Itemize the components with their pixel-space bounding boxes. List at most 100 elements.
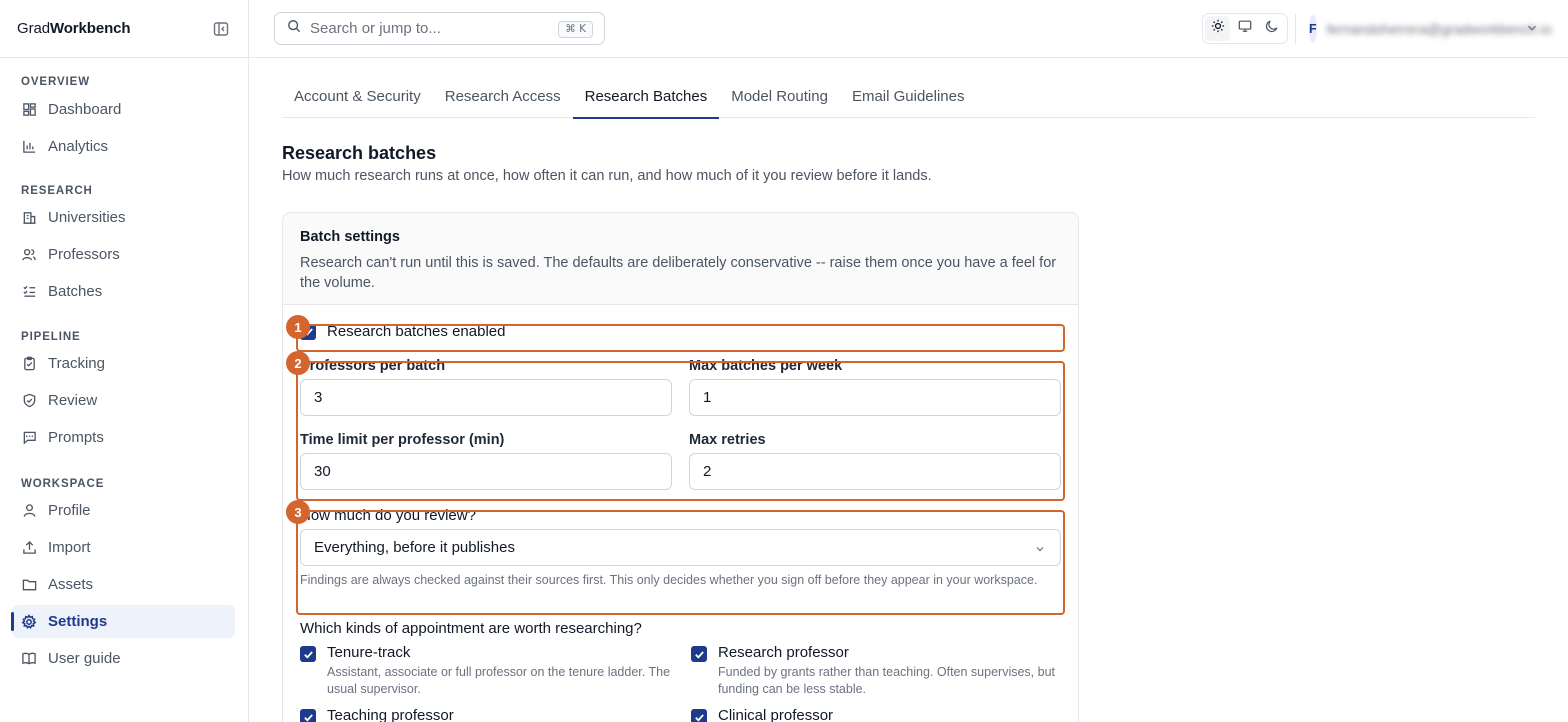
appointment-clinical-professor: Clinical professor	[691, 707, 833, 722]
message-icon	[21, 430, 37, 446]
system-theme-button[interactable]	[1232, 16, 1257, 41]
sidebar-item-settings[interactable]: Settings	[11, 605, 235, 638]
building-icon	[21, 210, 37, 226]
tab-model-routing[interactable]: Model Routing	[719, 77, 840, 118]
sidebar: GradWorkbench OVERVIEW Dashboard Analyti…	[0, 0, 249, 722]
dark-theme-button[interactable]	[1259, 16, 1284, 41]
topbar-divider	[1295, 14, 1296, 44]
sidebar-item-assets[interactable]: Assets	[12, 568, 235, 601]
nav-section-overview: OVERVIEW	[21, 76, 90, 88]
sidebar-item-label: Analytics	[48, 138, 109, 155]
appointment-description: Funded by grants rather than teaching. O…	[718, 665, 1056, 696]
nav-section-research: RESEARCH	[21, 185, 93, 197]
enabled-checkbox[interactable]	[300, 323, 316, 340]
sidebar-item-universities[interactable]: Universities	[12, 201, 235, 234]
sidebar-item-label: Tracking	[48, 355, 105, 372]
brand-prefix: Grad	[17, 20, 50, 37]
moon-icon	[1265, 19, 1279, 38]
clipboard-icon	[21, 356, 37, 372]
tab-research-access[interactable]: Research Access	[433, 77, 573, 118]
tenure-track-checkbox[interactable]	[300, 646, 316, 662]
sidebar-item-review[interactable]: Review	[12, 384, 235, 417]
dashboard-icon	[21, 102, 37, 118]
appointment-name: Tenure-track	[327, 644, 411, 661]
sidebar-item-import[interactable]: Import	[12, 531, 235, 564]
monitor-icon	[1238, 19, 1252, 38]
sidebar-item-prompts[interactable]: Prompts	[12, 421, 235, 454]
card-header: Batch settings Research can't run until …	[283, 213, 1078, 305]
card-title: Batch settings	[300, 229, 400, 245]
review-label: How much do you review?	[300, 507, 476, 524]
settings-tabs: Account & Security Research Access Resea…	[282, 77, 1535, 119]
review-select[interactable]: Everything, before it publishes	[300, 529, 1061, 566]
appointment-teaching-professor: Teaching professor	[300, 707, 454, 722]
folder-icon	[21, 577, 37, 593]
appointment-tenure-track: Tenure-track Assistant, associate or ful…	[300, 644, 672, 698]
max-batches-per-week-label: Max batches per week	[689, 358, 843, 374]
time-limit-label: Time limit per professor (min)	[300, 432, 505, 448]
sidebar-item-profile[interactable]: Profile	[12, 494, 235, 527]
page-title: Research batches	[282, 143, 437, 163]
user-icon	[21, 503, 37, 519]
book-icon	[21, 651, 37, 667]
bar-chart-icon	[21, 139, 37, 155]
max-batches-per-week-input[interactable]	[689, 379, 1061, 416]
sidebar-item-label: Profile	[48, 502, 91, 519]
appointment-name: Clinical professor	[718, 707, 834, 722]
research-professor-checkbox[interactable]	[691, 646, 707, 662]
time-limit-input[interactable]	[300, 453, 672, 490]
appointment-description: Assistant, associate or full professor o…	[327, 665, 671, 696]
sidebar-item-analytics[interactable]: Analytics	[12, 130, 235, 163]
enabled-label: Research batches enabled	[327, 323, 506, 340]
sidebar-item-professors[interactable]: Professors	[12, 238, 235, 271]
page-subtitle: How much research runs at once, how ofte…	[282, 168, 932, 184]
search-shortcut: ⌘ K	[558, 21, 593, 38]
search-icon	[287, 19, 301, 38]
search-box[interactable]: ⌘ K	[274, 12, 605, 45]
max-retries-input[interactable]	[689, 453, 1061, 490]
sidebar-item-tracking[interactable]: Tracking	[12, 347, 235, 380]
user-name: fernandoherrera@gradworkbench.io	[1326, 21, 1552, 37]
avatar: F	[1309, 15, 1317, 43]
sidebar-item-label: Professors	[48, 246, 120, 263]
sidebar-item-user-guide[interactable]: User guide	[12, 642, 235, 675]
gear-icon	[21, 613, 37, 630]
brand-logo[interactable]: GradWorkbench	[17, 20, 131, 37]
nav-section-workspace: WORKSPACE	[21, 478, 105, 490]
tab-account-security[interactable]: Account & Security	[282, 77, 433, 118]
appointment-research-professor: Research professor Funded by grants rath…	[691, 644, 1063, 698]
shield-check-icon	[21, 393, 37, 409]
user-menu[interactable]: F fernandoherrera@gradworkbench.io	[1309, 14, 1552, 44]
appointments-title: Which kinds of appointment are worth res…	[300, 620, 642, 637]
tab-email-guidelines[interactable]: Email Guidelines	[840, 77, 977, 118]
appointment-name: Teaching professor	[327, 707, 454, 722]
clinical-professor-checkbox[interactable]	[691, 709, 707, 722]
max-retries-label: Max retries	[689, 432, 766, 448]
sidebar-collapse-icon[interactable]	[212, 20, 230, 38]
list-checks-icon	[21, 284, 37, 300]
upload-icon	[21, 540, 37, 556]
tab-research-batches[interactable]: Research Batches	[572, 77, 720, 119]
brand-suffix: Workbench	[49, 20, 131, 37]
appointment-name: Research professor	[718, 644, 849, 661]
review-hint: Findings are always checked against thei…	[300, 573, 1038, 587]
teaching-professor-checkbox[interactable]	[300, 709, 316, 722]
enabled-row: Research batches enabled	[300, 323, 505, 340]
sidebar-item-label: Prompts	[48, 429, 104, 446]
card-description: Research can't run until this is saved. …	[300, 255, 1057, 291]
search-input[interactable]	[310, 20, 550, 37]
chevron-down-icon	[1034, 542, 1046, 559]
professors-per-batch-label: Professors per batch	[300, 358, 446, 374]
sidebar-item-label: User guide	[48, 650, 121, 667]
topbar: ⌘ K F fernandoherrera@gradworkbench.io	[249, 0, 1568, 58]
sidebar-item-label: Universities	[48, 209, 126, 226]
professors-per-batch-input[interactable]	[300, 379, 672, 416]
sidebar-item-label: Review	[48, 392, 98, 409]
light-theme-button[interactable]	[1205, 16, 1230, 41]
sidebar-item-batches[interactable]: Batches	[12, 275, 235, 308]
sun-icon	[1211, 19, 1225, 38]
chevron-down-icon	[1525, 21, 1539, 40]
sidebar-item-label: Batches	[48, 283, 103, 300]
review-selected-value: Everything, before it publishes	[314, 539, 515, 556]
sidebar-item-dashboard[interactable]: Dashboard	[12, 93, 235, 126]
